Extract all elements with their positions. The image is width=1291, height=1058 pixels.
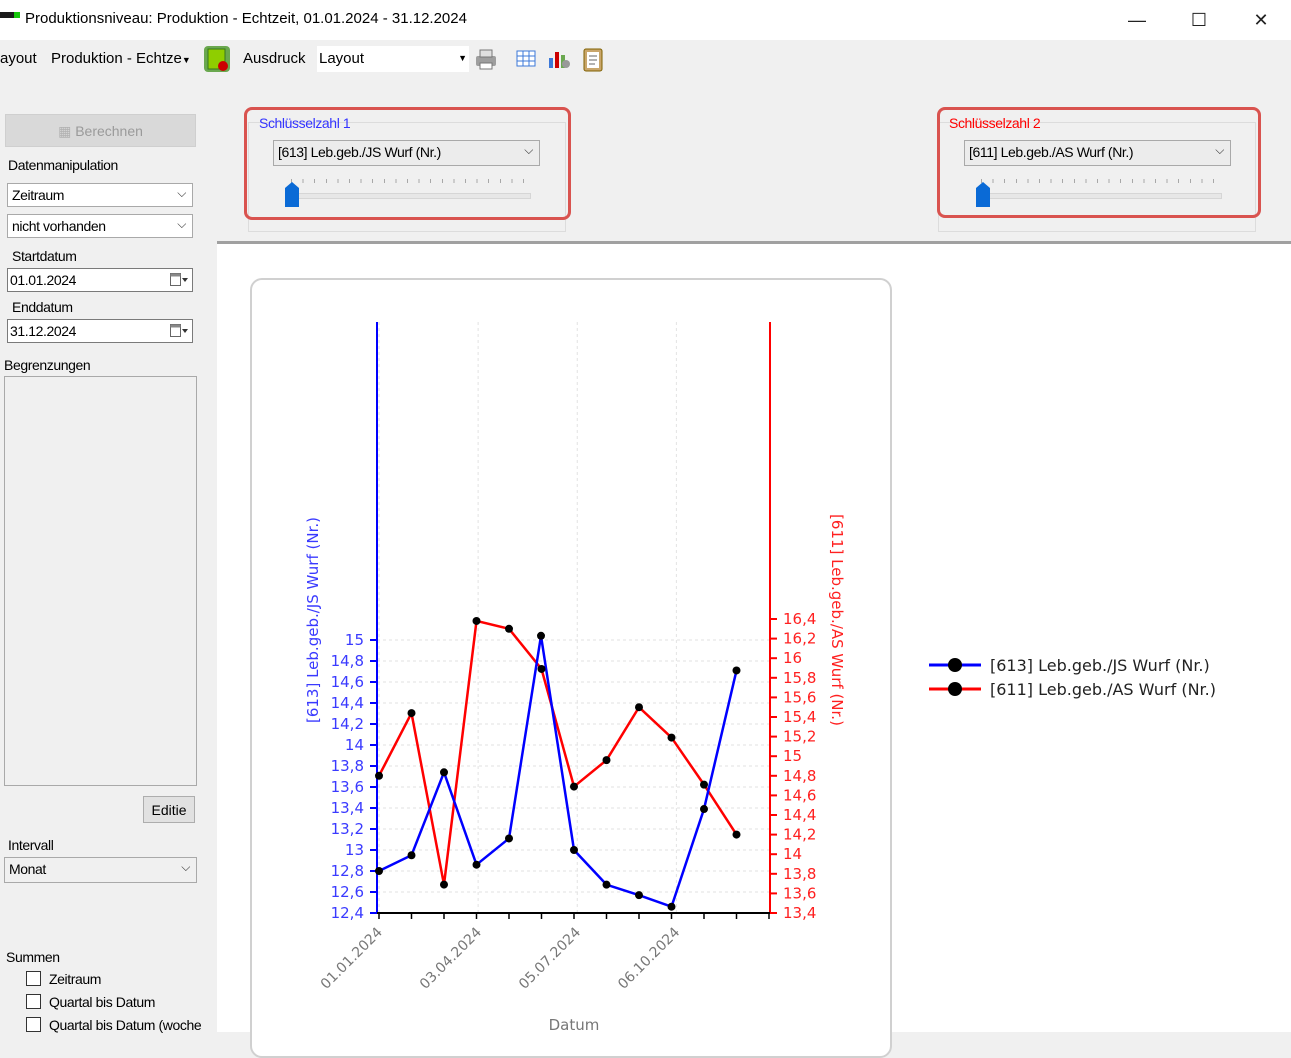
series-point-613 bbox=[537, 631, 545, 640]
x-axis-tick-label: 06.10.2024 bbox=[615, 924, 683, 992]
left-axis-tick-label: 13,8 bbox=[331, 757, 364, 775]
right-axis-tick-label: 15,4 bbox=[783, 708, 816, 726]
x-axis-tick-label: 01.01.2024 bbox=[318, 924, 386, 992]
series-point-613 bbox=[375, 867, 383, 875]
series-point-611 bbox=[407, 709, 416, 718]
right-axis-tick-label: 16,4 bbox=[783, 610, 816, 628]
right-axis-tick-label: 15,6 bbox=[783, 688, 816, 706]
series-point-613 bbox=[505, 834, 513, 843]
right-axis-title: [611] Leb.geb./AS Wurf (Nr.) bbox=[828, 514, 846, 726]
legend-label-1: [611] Leb.geb./AS Wurf (Nr.) bbox=[990, 680, 1216, 699]
right-axis-tick-label: 13,4 bbox=[783, 904, 816, 922]
series-line-613 bbox=[378, 635, 738, 909]
left-axis-tick-label: 14,8 bbox=[331, 652, 364, 670]
x-axis-tick-label: 05.07.2024 bbox=[516, 924, 584, 992]
series-point-611 bbox=[375, 771, 383, 780]
series-point-611 bbox=[732, 830, 741, 839]
series-point-611 bbox=[505, 624, 513, 633]
left-axis-tick-label: 14,2 bbox=[331, 715, 364, 733]
right-axis-tick-label: 13,8 bbox=[783, 865, 816, 883]
legend-marker-0 bbox=[948, 658, 962, 672]
series-point-611 bbox=[570, 782, 578, 791]
left-axis-tick-label: 13 bbox=[345, 841, 364, 859]
left-axis-tick-label: 14 bbox=[345, 736, 364, 754]
legend-marker-1 bbox=[948, 682, 962, 696]
series-point-611 bbox=[472, 616, 481, 625]
x-axis-title: Datum bbox=[549, 1016, 600, 1032]
series-point-613 bbox=[732, 666, 741, 675]
dual-axis-line-chart[interactable]: 12,412,612,81313,213,413,613,81414,214,4… bbox=[0, 0, 1291, 1032]
right-axis-tick-label: 14,8 bbox=[783, 767, 816, 785]
series-point-613 bbox=[407, 851, 416, 860]
series-point-611 bbox=[635, 703, 643, 712]
series-point-611 bbox=[667, 733, 676, 742]
left-axis-tick-label: 12,8 bbox=[331, 862, 364, 880]
left-axis-tick-label: 14,4 bbox=[331, 694, 364, 712]
series-point-613 bbox=[667, 902, 676, 911]
series-point-613 bbox=[602, 880, 611, 889]
x-axis-tick-label: 03.04.2024 bbox=[417, 924, 485, 992]
series-point-613 bbox=[440, 768, 448, 777]
series-point-613 bbox=[472, 860, 481, 869]
right-axis-tick-label: 14,4 bbox=[783, 806, 816, 824]
left-axis-title: [613] Leb.geb./JS Wurf (Nr.) bbox=[304, 517, 322, 723]
series-point-611 bbox=[537, 664, 546, 673]
left-axis-tick-label: 13,4 bbox=[331, 799, 364, 817]
legend-label-0: [613] Leb.geb./JS Wurf (Nr.) bbox=[990, 656, 1210, 675]
right-axis-tick-label: 16,2 bbox=[783, 630, 816, 648]
right-axis-tick-label: 14 bbox=[783, 845, 802, 863]
series-point-611 bbox=[602, 756, 611, 765]
left-axis-tick-label: 14,6 bbox=[331, 673, 364, 691]
series-point-613 bbox=[570, 846, 578, 854]
left-axis-tick-label: 13,6 bbox=[331, 778, 364, 796]
series-point-613 bbox=[635, 891, 643, 900]
right-axis-tick-label: 16 bbox=[783, 649, 802, 667]
right-axis-tick-label: 15,2 bbox=[783, 728, 816, 746]
right-axis-tick-label: 15,8 bbox=[783, 669, 816, 687]
series-point-611 bbox=[700, 780, 708, 789]
left-axis-tick-label: 15 bbox=[345, 631, 364, 649]
series-point-611 bbox=[440, 880, 448, 889]
series-point-613 bbox=[700, 805, 708, 814]
left-axis-tick-label: 12,6 bbox=[331, 883, 364, 901]
right-axis-tick-label: 14,6 bbox=[783, 786, 816, 804]
right-axis-tick-label: 14,2 bbox=[783, 826, 816, 844]
left-axis-tick-label: 12,4 bbox=[331, 904, 364, 922]
right-axis-tick-label: 13,6 bbox=[783, 884, 816, 902]
left-axis-tick-label: 13,2 bbox=[331, 820, 364, 838]
right-axis-tick-label: 15 bbox=[783, 747, 802, 765]
